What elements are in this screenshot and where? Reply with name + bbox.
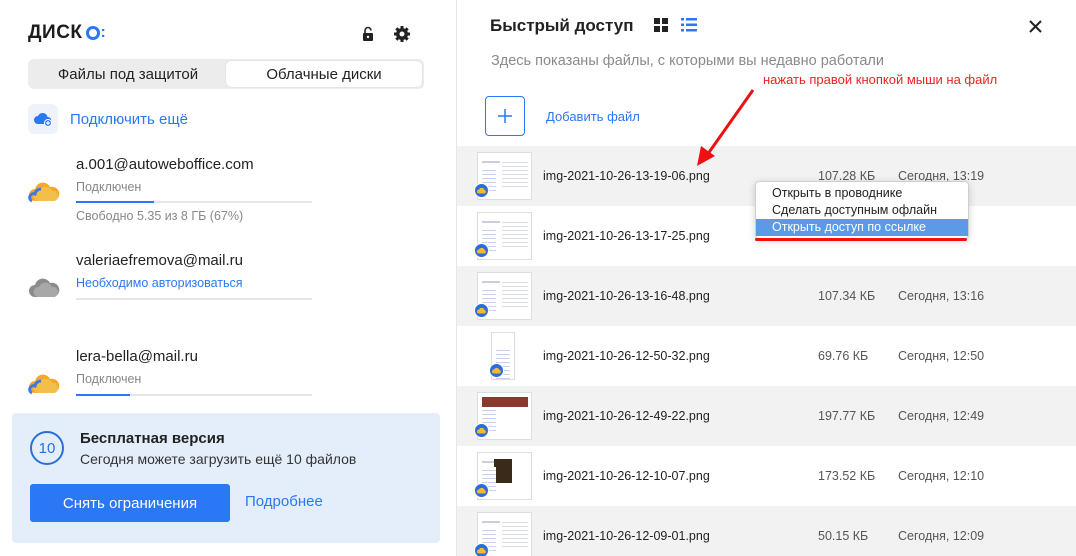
remove-limits-button[interactable]: Снять ограничения — [30, 484, 230, 522]
more-info-link[interactable]: Подробнее — [245, 493, 323, 510]
usage-bar — [76, 394, 312, 396]
annotation-text: нажать правой кнопкой мыши на файл — [763, 72, 998, 87]
cloud-badge-icon — [489, 363, 504, 378]
file-size: 173.52 КБ — [818, 469, 876, 483]
promo-title: Бесплатная версия — [80, 430, 225, 447]
file-row[interactable]: img-2021-10-26-13-16-48.png 107.34 КБ Се… — [457, 266, 1076, 326]
file-row[interactable]: img-2021-10-26-12-10-07.png 173.52 КБ Се… — [457, 446, 1076, 506]
quick-access-panel: Быстрый доступ Здесь показаны файлы, с к… — [456, 0, 1076, 556]
file-name: img-2021-10-26-12-10-07.png — [543, 469, 710, 483]
cloud-badge-icon — [474, 243, 489, 258]
context-menu: Открыть в проводнике Сделать доступным о… — [755, 181, 969, 239]
account-email: lera-bella@mail.ru — [76, 348, 198, 365]
usage-bar-fill — [76, 394, 131, 396]
tab-cloud-disks[interactable]: Облачные диски — [226, 61, 422, 87]
annotation-underline — [755, 238, 967, 241]
account-status: Подключен — [76, 180, 142, 194]
annotation-arrow — [697, 89, 755, 166]
usage-bar — [76, 201, 312, 203]
file-row[interactable]: img-2021-10-26-12-09-01.png 50.15 КБ Сег… — [457, 506, 1076, 556]
cloud-badge-icon — [474, 543, 489, 556]
promo-text: Сегодня можете загрузить ещё 10 файлов — [80, 451, 357, 467]
account-item[interactable]: a.001@autoweboffice.com Подключен Свобод… — [28, 156, 328, 236]
menu-item-open-in-explorer[interactable]: Открыть в проводнике — [756, 185, 968, 202]
file-name: img-2021-10-26-12-09-01.png — [543, 529, 710, 543]
logo-text: ДИСК — [28, 22, 83, 43]
account-email: a.001@autoweboffice.com — [76, 156, 254, 173]
file-size: 50.15 КБ — [818, 529, 869, 543]
connect-more-button[interactable]: Подключить ещё — [28, 104, 188, 134]
connect-more-label: Подключить ещё — [70, 110, 189, 128]
logo-o — [85, 26, 100, 40]
cloud-badge-icon — [474, 183, 489, 198]
lock-icon[interactable] — [358, 24, 378, 44]
cloud-badge-icon — [474, 483, 489, 498]
app-window: ДИСК : Файлы под защитой Облачные диски … — [0, 0, 1076, 556]
menu-item-make-offline[interactable]: Сделать доступным офлайн — [756, 202, 968, 219]
file-size: 107.34 КБ — [818, 289, 876, 303]
usage-bar-fill — [76, 201, 154, 203]
file-size: 69.76 КБ — [818, 349, 869, 363]
account-email: valeriaefremova@mail.ru — [76, 252, 243, 269]
usage-bar — [76, 298, 312, 300]
tab-protected-files[interactable]: Файлы под защитой — [30, 61, 226, 87]
free-version-banner: 10 Бесплатная версия Сегодня можете загр… — [12, 413, 440, 543]
cloud-upload-icon — [28, 104, 58, 134]
cloud-grey-icon — [28, 274, 60, 300]
account-status: Подключен — [76, 372, 142, 386]
cloud-badge-icon — [474, 423, 489, 438]
account-free-space: Свободно 5.35 из 8 ГБ (67%) — [76, 209, 244, 223]
list-view-icon[interactable] — [681, 18, 697, 37]
files-left-badge: 10 — [30, 431, 64, 465]
file-date: Сегодня, 12:09 — [898, 529, 985, 543]
panel-subtitle: Здесь показаны файлы, с которыми вы неда… — [491, 53, 884, 69]
file-row[interactable]: img-2021-10-26-12-49-22.png 197.77 КБ Се… — [457, 386, 1076, 446]
file-name: img-2021-10-26-12-50-32.png — [543, 349, 710, 363]
file-name: img-2021-10-26-12-49-22.png — [543, 409, 710, 423]
add-file-label[interactable]: Добавить файл — [546, 109, 640, 124]
grid-view-icon[interactable] — [654, 18, 668, 37]
file-size: 197.77 КБ — [818, 409, 876, 423]
file-date: Сегодня, 13:16 — [898, 289, 985, 303]
cloud-orange-icon — [28, 370, 60, 396]
file-date: Сегодня, 12:50 — [898, 349, 985, 363]
logo: ДИСК : — [28, 22, 106, 44]
menu-item-share-link[interactable]: Открыть доступ по ссылке — [756, 219, 968, 236]
logo-dots: : — [100, 24, 107, 41]
account-item[interactable]: valeriaefremova@mail.ru Необходимо автор… — [28, 252, 328, 312]
cloud-orange-icon — [28, 178, 60, 204]
file-date: Сегодня, 12:10 — [898, 469, 985, 483]
plus-icon — [498, 109, 512, 123]
file-name: img-2021-10-26-13-19-06.png — [543, 169, 710, 183]
authorize-link[interactable]: Необходимо авторизоваться — [76, 276, 243, 290]
file-name: img-2021-10-26-13-17-25.png — [543, 229, 710, 243]
file-name: img-2021-10-26-13-16-48.png — [543, 289, 710, 303]
cloud-badge-icon — [474, 303, 489, 318]
file-row[interactable]: img-2021-10-26-12-50-32.png 69.76 КБ Сег… — [457, 326, 1076, 386]
gear-icon[interactable] — [392, 24, 412, 44]
account-item[interactable]: lera-bella@mail.ru Подключен — [28, 348, 328, 398]
panel-title: Быстрый доступ — [490, 16, 634, 35]
close-icon[interactable] — [1025, 16, 1045, 36]
left-panel: ДИСК : Файлы под защитой Облачные диски … — [0, 0, 456, 556]
file-date: Сегодня, 12:49 — [898, 409, 985, 423]
add-file-button[interactable] — [485, 96, 525, 136]
tabs-segmented: Файлы под защитой Облачные диски — [28, 59, 424, 89]
